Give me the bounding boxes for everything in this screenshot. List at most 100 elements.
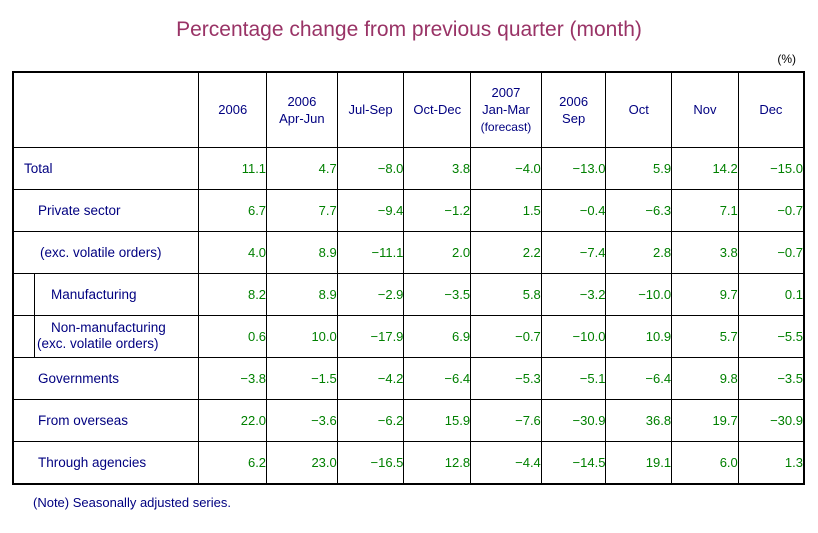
header-col-1-year: 2006 [287, 93, 317, 109]
cell-value: −16.5 [336, 441, 405, 485]
cell-value: −5.5 [737, 315, 805, 358]
page-title: Percentage change from previous quarter … [176, 18, 642, 41]
cell-value: −30.9 [737, 399, 805, 442]
cell-value: 6.2 [198, 441, 268, 485]
row-label-text: Through agencies [38, 455, 147, 470]
cell-value: 6.7 [198, 189, 268, 232]
cell-value: 6.9 [403, 315, 472, 358]
header-col-0-period: 2006 [218, 102, 248, 117]
table-body: Total 11.1 4.7 −8.0 3.8 −4.0 −13.0 5.9 1… [12, 147, 805, 485]
row-label-through-agencies: Through agencies [12, 441, 200, 485]
cell-value: −3.6 [266, 399, 338, 442]
header-col-5-year: 2006 [559, 93, 589, 109]
header-col-4: 2007 Jan-Mar (forecast) [470, 71, 542, 148]
cell-value: −2.9 [336, 273, 405, 316]
table-row: Manufacturing 8.2 8.9 −2.9 −3.5 5.8 −3.2… [12, 273, 805, 316]
header-col-7: Nov [671, 71, 739, 148]
cell-value: −6.4 [403, 357, 472, 400]
table-row: Private sector 6.7 7.7 −9.4 −1.2 1.5 −0.… [12, 189, 805, 232]
cell-value: −5.1 [540, 357, 607, 400]
table-row: Non-manufacturing (exc. volatile orders)… [12, 315, 805, 358]
cell-value: −0.7 [737, 189, 805, 232]
cell-value: 7.7 [266, 189, 338, 232]
cell-value: 15.9 [403, 399, 472, 442]
row-label-text: (exc. volatile orders) [40, 245, 162, 260]
header-col-8: Dec [737, 71, 805, 148]
cell-value: 0.1 [737, 273, 805, 316]
table-row: Governments −3.8 −1.5 −4.2 −6.4 −5.3 −5.… [12, 357, 805, 400]
header-col-4-sub: (forecast) [480, 120, 532, 134]
header-col-1: 2006 Apr-Jun [266, 71, 338, 148]
cell-value: −5.3 [470, 357, 542, 400]
cell-value: 9.8 [671, 357, 739, 400]
cell-value: −10.0 [540, 315, 607, 358]
cell-value: 36.8 [605, 399, 673, 442]
table-row: Total 11.1 4.7 −8.0 3.8 −4.0 −13.0 5.9 1… [12, 147, 805, 190]
table-row: From overseas 22.0 −3.6 −6.2 15.9 −7.6 −… [12, 399, 805, 442]
cell-value: −10.0 [605, 273, 673, 316]
cell-value: 1.5 [470, 189, 542, 232]
row-label-private-sector: Private sector [12, 189, 200, 232]
cell-value: 5.8 [470, 273, 542, 316]
cell-value: −1.5 [266, 357, 338, 400]
cell-value: −3.5 [403, 273, 472, 316]
table-row: Through agencies 6.2 23.0 −16.5 12.8 −4.… [12, 441, 805, 485]
header-col-2: Jul-Sep [336, 71, 405, 148]
cell-value: −0.4 [540, 189, 607, 232]
statistics-table: 2006 2006 Apr-Jun Jul-Sep Oct-Dec 2007 J… [12, 71, 805, 485]
cell-value: 3.8 [403, 147, 472, 190]
header-col-4-year: 2007 [491, 85, 521, 100]
cell-value: −6.2 [336, 399, 405, 442]
row-label-total: Total [12, 147, 200, 190]
cell-value: −1.2 [403, 189, 472, 232]
row-label-text: Governments [38, 371, 120, 386]
cell-value: −6.3 [605, 189, 673, 232]
cell-value: −6.4 [605, 357, 673, 400]
cell-value: 9.7 [671, 273, 739, 316]
cell-value: 5.7 [671, 315, 739, 358]
footnote: (Note) Seasonally adjusted series. [33, 495, 231, 510]
cell-value: 8.9 [266, 231, 338, 274]
cell-value: −4.4 [470, 441, 542, 485]
table-row: (exc. volatile orders) 4.0 8.9 −11.1 2.0… [12, 231, 805, 274]
cell-value: −0.7 [470, 315, 542, 358]
cell-value: −7.6 [470, 399, 542, 442]
cell-value: −9.4 [336, 189, 405, 232]
cell-value: 4.7 [266, 147, 338, 190]
row-label-manufacturing: Manufacturing [12, 273, 200, 316]
cell-value: −4.0 [470, 147, 542, 190]
row-label-wrap: Non-manufacturing (exc. volatile orders) [34, 316, 198, 357]
cell-value: 10.9 [605, 315, 673, 358]
cell-value: 1.3 [737, 441, 805, 485]
cell-value: −7.4 [540, 231, 607, 274]
header-col-8-period: Dec [759, 102, 783, 117]
cell-value: 19.7 [671, 399, 739, 442]
header-col-2-period: Jul-Sep [348, 102, 393, 117]
cell-value: −14.5 [540, 441, 607, 485]
cell-value: 22.0 [198, 399, 268, 442]
cell-value: 2.8 [605, 231, 673, 274]
cell-value: −30.9 [540, 399, 607, 442]
header-col-5: 2006 Sep [540, 71, 607, 148]
cell-value: 19.1 [605, 441, 673, 485]
cell-value: 12.8 [403, 441, 472, 485]
cell-value: −0.7 [737, 231, 805, 274]
header-col-0: 2006 [198, 71, 268, 148]
unit-label: (%) [777, 52, 796, 66]
header-col-3-period: Oct-Dec [413, 102, 462, 117]
row-label-text: From overseas [38, 413, 129, 428]
row-label-text: Manufacturing [34, 274, 198, 315]
row-label-text-2: (exc. volatile orders) [37, 336, 159, 351]
table-header: 2006 2006 Apr-Jun Jul-Sep Oct-Dec 2007 J… [12, 71, 805, 148]
cell-value: 8.9 [266, 273, 338, 316]
cell-value: 7.1 [671, 189, 739, 232]
row-label-text: Non-manufacturing [51, 320, 166, 335]
cell-value: 23.0 [266, 441, 338, 485]
header-col-6-period: Oct [628, 102, 649, 117]
cell-value: 2.0 [403, 231, 472, 274]
cell-value: −3.5 [737, 357, 805, 400]
cell-value: 0.6 [198, 315, 268, 358]
row-label-governments: Governments [12, 357, 200, 400]
cell-value: −3.2 [540, 273, 607, 316]
header-corner [12, 71, 200, 148]
